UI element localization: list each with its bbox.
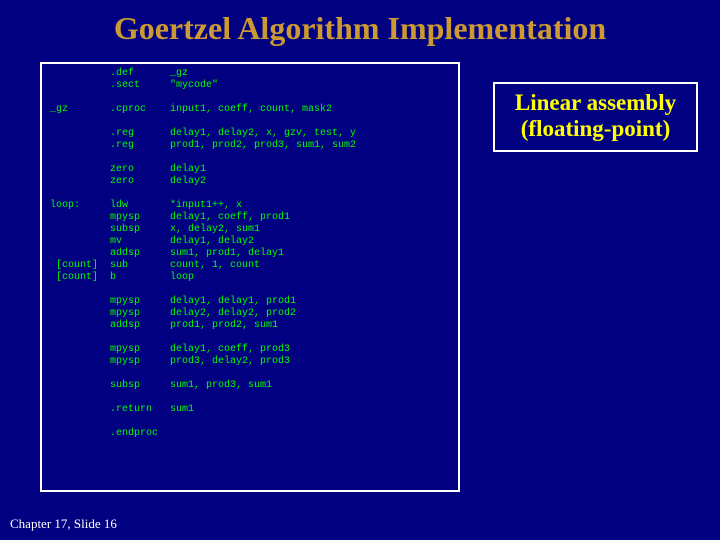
page-title: Goertzel Algorithm Implementation	[0, 0, 720, 55]
code-listing: .def _gz .sect "mycode" _gz .cproc input…	[40, 62, 460, 492]
callout-line1: Linear assembly	[499, 90, 692, 116]
callout-box: Linear assembly (floating-point)	[493, 82, 698, 152]
slide: Goertzel Algorithm Implementation .def _…	[0, 0, 720, 540]
callout-line2: (floating-point)	[499, 116, 692, 142]
slide-footer: Chapter 17, Slide 16	[10, 516, 117, 532]
